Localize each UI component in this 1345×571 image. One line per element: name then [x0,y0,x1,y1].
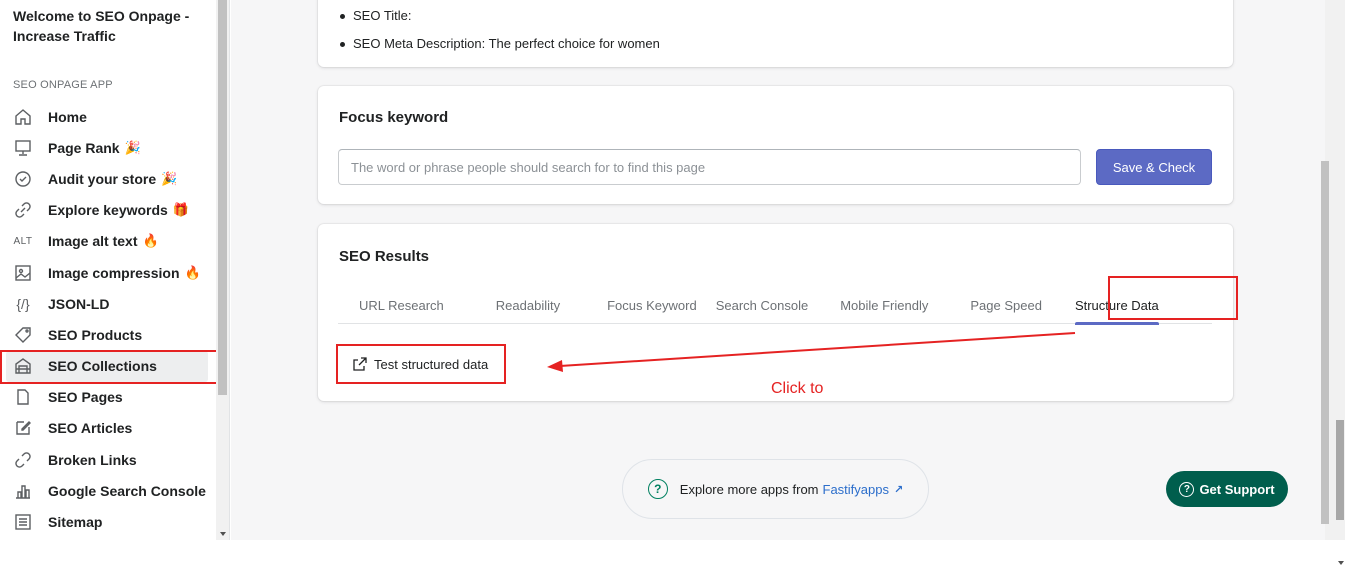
braces-icon: {/} [16,295,30,312]
explore-text: Explore more apps from [679,481,819,497]
seo-title-text: SEO Title: [353,8,412,23]
sidebar-item-seo-articles[interactable]: SEO Articles [6,413,208,444]
sidebar-item-label: Explore keywords [48,202,168,219]
sidebar-item-explore-keywords[interactable]: Explore keywords 🎁 [6,195,208,226]
sidebar-item-seo-products[interactable]: SEO Products [6,319,208,350]
focus-keyword-card: Focus keyword Save & Check [318,86,1233,204]
main-content: SEO Title: SEO Meta Description: The per… [231,0,1325,540]
sidebar: Welcome to SEO Onpage - Increase Traffic… [0,0,230,540]
party-badge: 🎉 [124,139,141,155]
meta-card: SEO Title: SEO Meta Description: The per… [318,0,1233,67]
sidebar-item-label: SEO Articles [48,420,133,437]
tab-readability[interactable]: Readability [496,286,560,324]
sidebar-item-label: Audit your store [48,170,157,187]
alt-icon: ALT [13,235,33,247]
sidebar-item-label: Image alt text [48,233,138,250]
sidebar-item-audit[interactable]: Audit your store 🎉 [6,163,208,194]
sidebar-item-home[interactable]: Home [6,101,208,132]
sidebar-item-label: SEO Pages [48,389,123,406]
annotation-text: Click to [771,380,824,397]
tab-focus-keyword[interactable]: Focus Keyword [607,286,697,324]
outer-scrollbar-thumb[interactable] [1336,420,1344,520]
sidebar-item-image-compression[interactable]: Image compression 🔥 [6,257,208,288]
scroll-down-icon[interactable] [1338,561,1344,565]
party-badge: 🎉 [161,170,178,186]
fire-badge: 🔥 [184,264,201,280]
fastifyapps-link[interactable]: Fastifyapps [823,482,889,497]
app-section-label: SEO ONPAGE APP [13,79,113,91]
external-link-icon[interactable]: ↗ [894,483,903,496]
sidebar-item-page-rank[interactable]: Page Rank 🎉 [6,132,208,163]
scroll-down-icon[interactable] [220,532,226,536]
meta-list: SEO Title: SEO Meta Description: The per… [340,2,660,58]
sidebar-item-label: Google Search Console [48,482,206,499]
sidebar-scrollbar-thumb[interactable] [218,0,227,395]
link-icon [12,200,34,220]
list-item: SEO Meta Description: The perfect choice… [340,30,660,58]
sidebar-item-sitemap[interactable]: Sitemap [6,506,208,537]
sidebar-item-label: SEO Products [48,326,143,343]
page-scrollbar-thumb[interactable] [1321,161,1329,524]
help-icon: ? [647,479,668,499]
sidebar-item-label: Sitemap [48,514,103,531]
tab-page-speed[interactable]: Page Speed [970,286,1042,324]
edit-icon [12,418,34,438]
highlight-box-collections [0,350,223,384]
sidebar-item-label: Broken Links [48,451,137,468]
tab-search-console[interactable]: Search Console [716,286,809,324]
explore-apps-banner: ? Explore more apps from Fastifyapps ↗ [622,459,929,519]
get-support-button[interactable]: ? Get Support [1166,471,1288,507]
app-welcome-title: Welcome to SEO Onpage - Increase Traffic [13,8,190,44]
gift-badge: 🎁 [172,202,190,218]
sidebar-item-image-alt[interactable]: ALT Image alt text 🔥 [6,226,208,257]
save-check-button[interactable]: Save & Check [1096,149,1212,185]
chart-icon [12,481,34,501]
sidebar-scrollbar[interactable] [216,0,229,540]
get-support-label: Get Support [1199,481,1275,497]
sidebar-item-search-console[interactable]: Google Search Console [6,475,208,506]
list-icon [12,512,34,532]
seo-results-tabs: URL Research Readability Focus Keyword S… [338,276,1238,325]
image-icon [12,263,34,283]
focus-keyword-input[interactable] [338,149,1081,185]
check-circle-icon [12,169,34,189]
fire-badge: 🔥 [142,233,159,249]
page-icon [12,387,34,407]
sidebar-item-seo-pages[interactable]: SEO Pages [6,382,208,413]
seo-meta-text: SEO Meta Description: The perfect choice… [353,36,660,51]
sidebar-item-label: Image compression [48,264,180,281]
focus-keyword-title: Focus keyword [339,109,449,126]
seo-results-title: SEO Results [339,248,430,265]
list-item: SEO Title: [340,2,660,30]
broken-link-icon [12,450,34,470]
sidebar-item-json-ld[interactable]: {/} JSON-LD [6,288,208,319]
highlight-box-tab [1108,276,1238,320]
tab-url-research[interactable]: URL Research [359,286,444,324]
home-icon [12,107,34,127]
test-structured-data-button[interactable]: Test structured data [336,344,506,384]
tab-mobile-friendly[interactable]: Mobile Friendly [840,286,928,324]
help-icon: ? [1179,481,1195,497]
sidebar-item-broken-links[interactable]: Broken Links [6,444,208,475]
monitor-icon [12,138,34,158]
bottom-bar [0,540,1345,571]
seo-results-card: SEO Results URL Research Readability Foc… [318,224,1238,401]
sidebar-item-label: JSON-LD [48,295,110,312]
test-structured-data-label: Test structured data [374,356,489,372]
sidebar-nav: Home Page Rank 🎉 Audit your store 🎉 Expl… [6,101,208,538]
external-link-icon [353,357,367,371]
tag-icon [12,325,34,345]
sidebar-item-label: Home [48,108,87,125]
sidebar-item-label: Page Rank [48,139,120,156]
